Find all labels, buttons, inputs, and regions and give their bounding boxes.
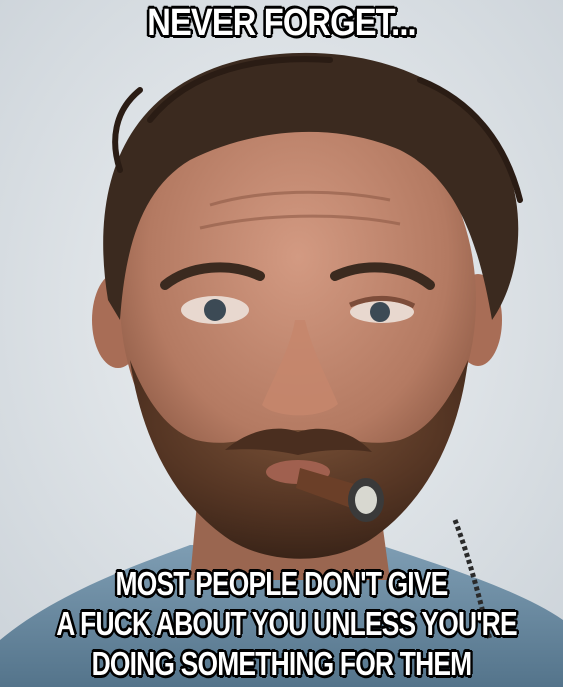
right-iris (370, 302, 390, 322)
meme-image: NEVER FORGET... MOST PEOPLE DON'T GIVE A… (0, 0, 563, 687)
bottom-caption: MOST PEOPLE DON'T GIVE A FUCK ABOUT YOU … (56, 564, 517, 684)
top-caption: NEVER FORGET... (147, 2, 416, 44)
bottom-caption-line-1: MOST PEOPLE DON'T GIVE (115, 565, 449, 602)
bottom-caption-line-3: DOING SOMETHING FOR THEM (91, 645, 473, 682)
left-iris (204, 299, 226, 321)
bottom-caption-line-2: A FUCK ABOUT YOU UNLESS YOU'RE (56, 605, 517, 642)
